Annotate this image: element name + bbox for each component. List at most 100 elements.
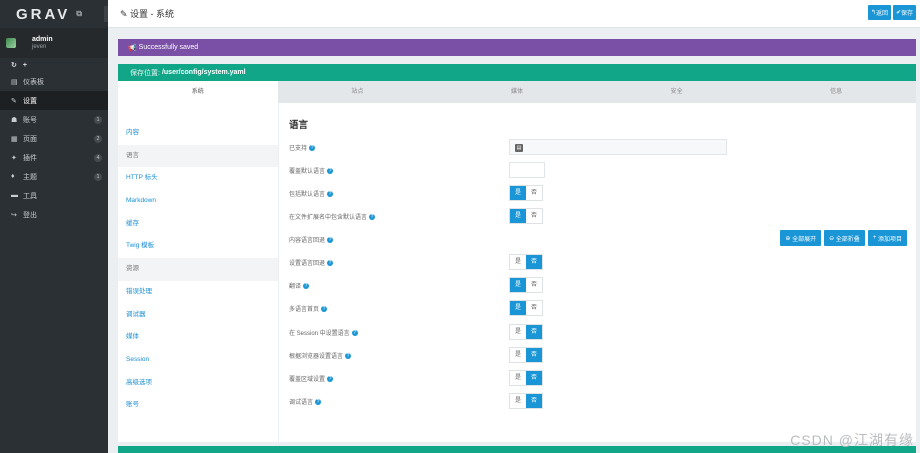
help-icon[interactable]: ? [327, 236, 334, 243]
help-icon[interactable]: ? [327, 167, 334, 174]
list-icon: ▤ [515, 144, 523, 152]
form-row: 覆盖默认语言? [289, 161, 909, 179]
override-language-input[interactable] [509, 162, 545, 178]
section-nav-item[interactable]: 媒体 [118, 326, 278, 349]
yes-no-toggle: 是 否 [509, 208, 543, 224]
logo-text: GRAV [16, 5, 71, 23]
success-alert: 📢 Successfully saved [118, 39, 916, 56]
yes-no-toggle: 是 否 [509, 185, 543, 201]
field-label: 覆盖区域设置? [289, 375, 334, 383]
yes-no-toggle: 是 否 [509, 324, 543, 340]
form-row: 包括默认语言? 是 否 [289, 184, 909, 202]
sidebar-item-logout[interactable]: ↪ 登出 [0, 205, 108, 224]
toggle-no[interactable]: 否 [526, 301, 542, 315]
form-row: 设置语言回退? 是 否 [289, 253, 909, 271]
theme-icon: ♦ [11, 173, 15, 180]
add-icon[interactable]: + [23, 62, 27, 69]
sidebar-item-dashboard[interactable]: ▤ 仪表板 [0, 72, 108, 91]
tab-1[interactable]: 站点 [278, 81, 438, 103]
toggle-no[interactable]: 否 [526, 255, 542, 269]
settings-tabs: 系统 站点 媒体 安全 信息 [118, 81, 916, 103]
toggle-yes[interactable]: 是 [510, 301, 526, 315]
user-panel[interactable]: admin jeven [0, 28, 108, 58]
form-row: 在 Session 中设置语言? 是 否 [289, 323, 909, 341]
section-nav-item[interactable]: 缓存 [118, 213, 278, 236]
toggle-yes[interactable]: 是 [510, 348, 526, 362]
user-name: admin [32, 36, 53, 43]
toggle-yes[interactable]: 是 [510, 394, 526, 408]
save-button[interactable]: ✔ 保存 [892, 5, 916, 20]
grav-logo[interactable]: GRAV ⧉ [0, 0, 108, 28]
megaphone-icon: 📢 [128, 44, 139, 52]
external-link-icon[interactable]: ⧉ [76, 9, 82, 19]
users-icon: ☗ [11, 116, 18, 124]
section-nav-item[interactable]: 账号 [118, 394, 278, 417]
sidebar-item-label: 设置 [23, 97, 37, 105]
refresh-icon[interactable]: ↻ [11, 61, 17, 69]
help-icon[interactable]: ? [369, 213, 376, 220]
expand-all-button[interactable]: ⊕ 全部展开 [780, 230, 822, 246]
tab-4[interactable]: 信息 [756, 81, 916, 103]
form-row: 内容语言回退? ⊕ 全部展开 ⊖ 全部折叠 + 添加项目 [289, 230, 909, 248]
toggle-yes[interactable]: 是 [510, 371, 526, 385]
toggle-no[interactable]: 否 [526, 325, 542, 339]
section-nav-item[interactable]: Markdown [118, 190, 278, 213]
back-button[interactable]: ↰ 返回 [867, 5, 891, 20]
help-icon[interactable]: ? [303, 282, 310, 289]
sidebar-item-tools[interactable]: ▬ 工具 [0, 186, 108, 205]
toggle-yes[interactable]: 是 [510, 278, 526, 292]
section-nav-item[interactable]: 调试器 [118, 304, 278, 327]
help-icon[interactable]: ? [327, 259, 334, 266]
toggle-no[interactable]: 否 [526, 186, 542, 200]
dashboard-icon: ▤ [11, 78, 18, 86]
languages-select[interactable]: ▤ [509, 139, 727, 155]
form-row: 已支持? ▤ [289, 138, 909, 156]
page-icon: ▦ [11, 135, 18, 143]
sidebar-item-label: 工具 [23, 192, 37, 200]
toggle-yes[interactable]: 是 [510, 255, 526, 269]
help-icon[interactable]: ? [327, 190, 334, 197]
toggle-no[interactable]: 否 [526, 348, 542, 362]
help-icon[interactable]: ? [345, 352, 352, 359]
count-badge: 1 [94, 115, 102, 124]
section-nav-item[interactable]: Session [118, 349, 278, 372]
add-item-button[interactable]: + 添加项目 [867, 230, 907, 246]
watermark: CSDN @江湖有缘 [790, 432, 914, 448]
help-icon[interactable]: ? [321, 305, 328, 312]
form-row: 覆盖区域设置? 是 否 [289, 369, 909, 387]
toggle-yes[interactable]: 是 [510, 209, 526, 223]
help-icon[interactable]: ? [327, 375, 334, 382]
section-nav-item[interactable]: 资源 [118, 258, 278, 281]
field-label: 在文件扩展名中包含默认语言? [289, 213, 376, 221]
section-nav-item[interactable]: Twig 模板 [118, 235, 278, 258]
sidebar-item-users[interactable]: ☗ 账号 1 [0, 110, 108, 129]
section-nav-item[interactable]: 语言 [118, 144, 278, 168]
toggle-no[interactable]: 否 [526, 278, 542, 292]
sidebar-item-page[interactable]: ▦ 页面 2 [0, 129, 108, 148]
section-nav-item[interactable]: HTTP 标头 [118, 167, 278, 190]
section-nav-item[interactable]: 错误处理 [118, 281, 278, 304]
form-row: 根据浏览器设置语言? 是 否 [289, 346, 909, 364]
sidebar-item-label: 页面 [23, 135, 37, 143]
toggle-yes[interactable]: 是 [510, 186, 526, 200]
tab-2[interactable]: 媒体 [437, 81, 597, 103]
help-icon[interactable]: ? [309, 144, 316, 151]
toggle-yes[interactable]: 是 [510, 325, 526, 339]
help-icon[interactable]: ? [315, 398, 322, 405]
sidebar-item-theme[interactable]: ♦ 主题 1 [0, 167, 108, 186]
collapse-all-button[interactable]: ⊖ 全部折叠 [824, 230, 865, 246]
sidebar-item-wrench[interactable]: ✎ 设置 [0, 91, 108, 110]
help-icon[interactable]: ? [351, 329, 358, 336]
language-panel: 语言 已支持? ▤ 覆盖默认语言? 包括默认语言? 是 否在文件扩展名中包含默认语言?… [278, 103, 916, 442]
toggle-no[interactable]: 否 [526, 371, 542, 385]
field-label: 包括默认语言? [289, 190, 334, 198]
toggle-no[interactable]: 否 [526, 209, 542, 223]
section-nav-item[interactable]: 内容 [118, 122, 278, 145]
sidebar: GRAV ⧉ admin jeven ↻ + ▤ 仪表板 ✎ 设置 ☗ 账号 1 ▦ 页… [0, 0, 108, 453]
field-label: 调试语言? [289, 398, 322, 406]
tab-0[interactable]: 系统 [118, 81, 278, 103]
section-nav-item[interactable]: 高级选项 [118, 372, 278, 395]
sidebar-item-plugin[interactable]: ✦ 插件 4 [0, 148, 108, 167]
tab-3[interactable]: 安全 [597, 81, 757, 103]
toggle-no[interactable]: 否 [526, 394, 542, 408]
